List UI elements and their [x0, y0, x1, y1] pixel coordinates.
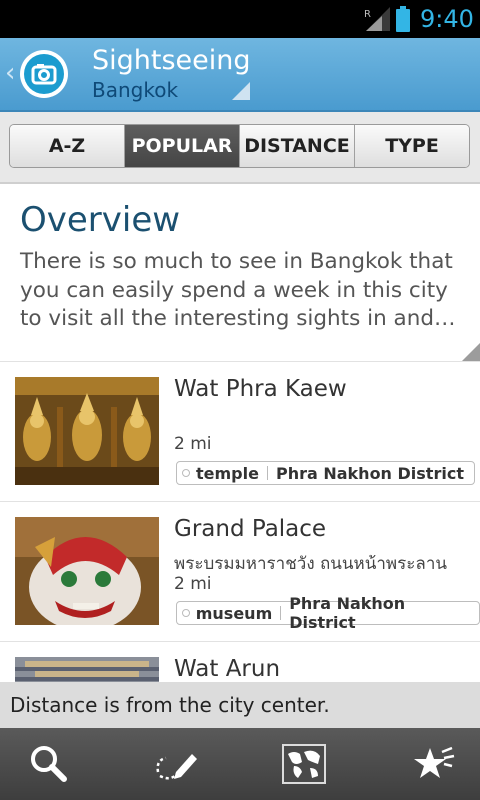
search-button[interactable] — [26, 742, 70, 786]
tab-distance[interactable]: DISTANCE — [240, 125, 355, 167]
toast-text: Distance is from the city center. — [10, 693, 330, 717]
header-bar: ‹ Sightseeing Bangkok — [0, 38, 480, 112]
item-title: Grand Palace — [174, 516, 327, 542]
favorites-icon — [414, 746, 455, 778]
back-chevron-icon[interactable]: ‹ — [5, 58, 15, 88]
overview-text: There is so much to see in Bangkok that … — [20, 249, 456, 331]
sort-tab-bar: A-Z POPULAR DISTANCE TYPE — [0, 112, 480, 184]
city-selector[interactable]: Bangkok — [92, 78, 178, 102]
tag-separator — [266, 466, 268, 480]
tag-separator — [280, 606, 282, 620]
tag-district: Phra Nakhon District — [289, 594, 406, 632]
category-tag: museum Phra Nakhon District — [176, 594, 480, 632]
route-icon — [156, 754, 197, 780]
camera-icon — [24, 54, 64, 94]
bottom-action-bar — [0, 728, 480, 800]
tab-group: A-Z POPULAR DISTANCE TYPE — [9, 124, 470, 168]
overview-section[interactable]: Overview There is so much to see in Bang… — [0, 184, 480, 361]
list-item[interactable]: Wat Phra Kaew 2 mi temple Phra Nakhon Di… — [0, 362, 480, 502]
tag-label: temple — [196, 463, 259, 483]
clock: 9:40 — [420, 5, 474, 33]
route-button[interactable] — [152, 742, 197, 786]
grand-palace-thumbnail — [15, 517, 159, 625]
item-local-name: พระบรมมหาราชวัง ถนนหน้าพระลาน — [174, 554, 447, 574]
map-button[interactable] — [282, 744, 326, 784]
status-bar: R 9:40 — [0, 0, 480, 38]
dropdown-corner-icon[interactable] — [232, 82, 250, 100]
expand-corner-icon[interactable] — [462, 343, 480, 361]
wat-phra-kaew-thumbnail — [15, 377, 159, 485]
page-title: Sightseeing — [92, 45, 251, 76]
map-icon — [284, 746, 324, 782]
category-tag: temple Phra Nakhon District — [176, 461, 475, 485]
tag-label: museum — [195, 603, 273, 623]
overview-title: Overview — [20, 200, 181, 240]
item-distance: 2 mi — [174, 574, 212, 594]
battery-icon — [396, 6, 410, 32]
item-title: Wat Phra Kaew — [174, 376, 347, 402]
item-distance: 2 mi — [174, 434, 212, 454]
svg-text:R: R — [364, 9, 371, 20]
tag-hole-icon — [182, 469, 190, 477]
list-item[interactable]: Grand Palace พระบรมมหาราชวัง ถนนหน้าพระล… — [0, 502, 480, 642]
favorites-button[interactable] — [412, 742, 456, 786]
search-icon — [31, 746, 67, 782]
tag-district: Phra Nakhon District — [275, 463, 464, 483]
tab-a-z[interactable]: A-Z — [10, 125, 125, 167]
tab-type[interactable]: TYPE — [355, 125, 469, 167]
tag-hole-icon — [182, 609, 190, 617]
app-home-button[interactable] — [20, 50, 68, 98]
tab-popular[interactable]: POPULAR — [125, 125, 240, 167]
toast-message: Distance is from the city center. — [0, 682, 480, 728]
signal-icon: R — [364, 7, 390, 31]
item-title: Wat Arun — [174, 656, 281, 682]
